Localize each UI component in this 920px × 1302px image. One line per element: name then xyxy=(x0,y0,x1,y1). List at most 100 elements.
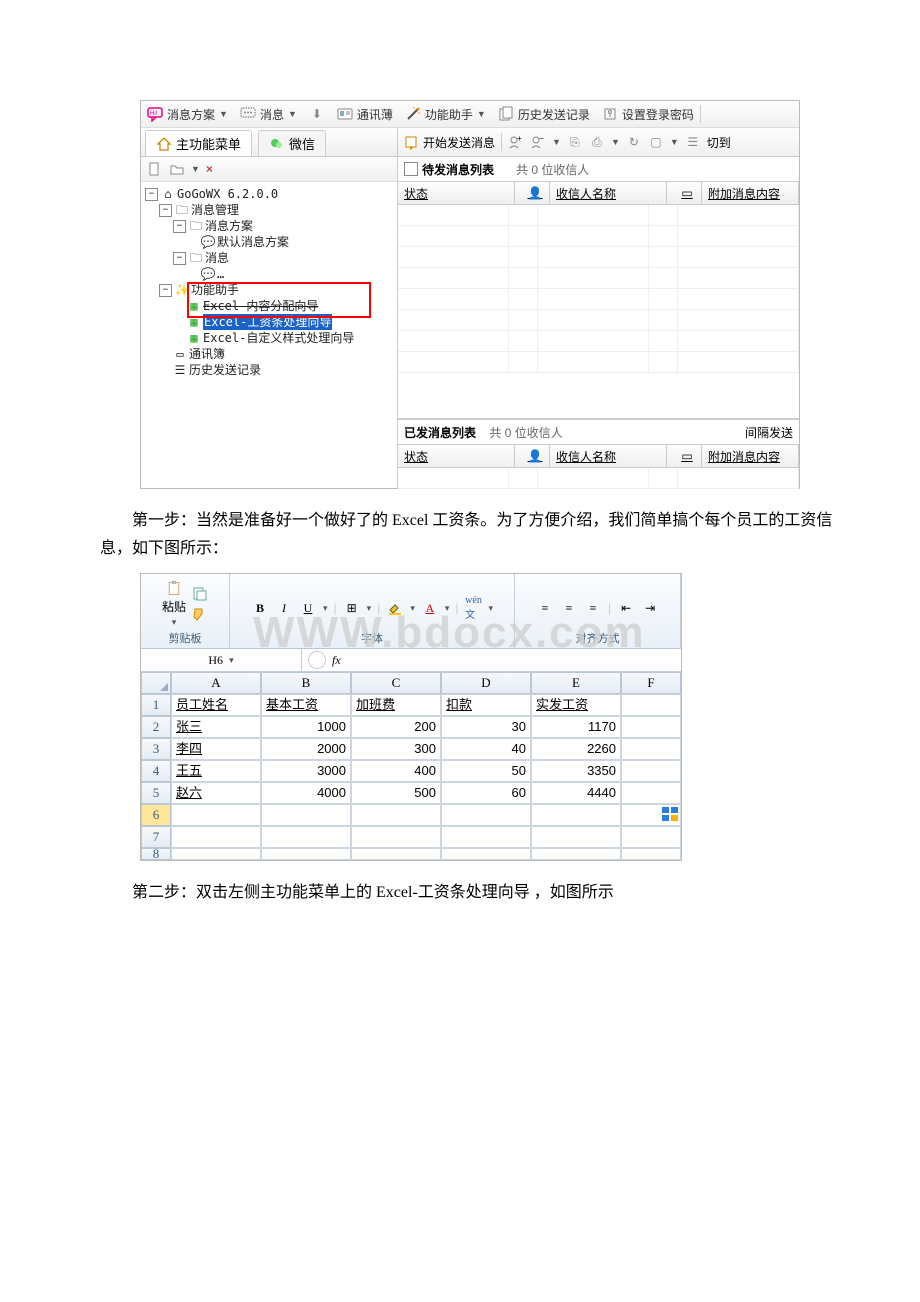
cell[interactable]: 3350 xyxy=(531,760,621,782)
row-header[interactable]: 8 xyxy=(141,848,171,860)
row-header[interactable]: 4 xyxy=(141,760,171,782)
tree-excel-custom[interactable]: ▦Excel-自定义样式处理向导 xyxy=(145,330,393,346)
cell[interactable] xyxy=(441,848,531,860)
row-header[interactable]: 3 xyxy=(141,738,171,760)
row-header[interactable]: 5 xyxy=(141,782,171,804)
cell[interactable]: 300 xyxy=(351,738,441,760)
cell[interactable]: 李四 xyxy=(171,738,261,760)
col-recipient[interactable]: 收信人名称 xyxy=(550,182,667,204)
bold-button[interactable]: B xyxy=(251,598,269,618)
tree-msgplan[interactable]: −🗀消息方案 xyxy=(145,218,393,234)
cell[interactable]: 张三 xyxy=(171,716,261,738)
cell[interactable] xyxy=(351,848,441,860)
fill-color-button[interactable] xyxy=(386,598,404,618)
italic-button[interactable]: I xyxy=(275,598,293,618)
cell[interactable] xyxy=(531,804,621,826)
cell[interactable]: 4440 xyxy=(531,782,621,804)
col-header[interactable]: E xyxy=(531,672,621,694)
user-add-icon[interactable]: + xyxy=(508,134,524,150)
cell[interactable] xyxy=(261,826,351,848)
cell[interactable]: 赵六 xyxy=(171,782,261,804)
col-header[interactable]: B xyxy=(261,672,351,694)
cell[interactable] xyxy=(621,782,681,804)
cell[interactable]: 2260 xyxy=(531,738,621,760)
col-header[interactable]: A xyxy=(171,672,261,694)
tree-excel-alloc[interactable]: ▦Excel-内容分配向导 xyxy=(145,298,393,314)
underline-button[interactable]: U xyxy=(299,598,317,618)
cell[interactable]: 实发工资 xyxy=(531,694,621,716)
cell[interactable]: 2000 xyxy=(261,738,351,760)
tree-msgmgmt[interactable]: −🗀消息管理 xyxy=(145,202,393,218)
new-file-icon[interactable] xyxy=(147,161,163,177)
tree-msg[interactable]: −🗀消息 xyxy=(145,250,393,266)
col-header[interactable]: D xyxy=(441,672,531,694)
cell[interactable]: 员工姓名 xyxy=(171,694,261,716)
tree-helper[interactable]: −✨功能助手 xyxy=(145,282,393,298)
tree-contacts[interactable]: ▭通讯簿 xyxy=(145,346,393,362)
refresh-icon[interactable]: ↻ xyxy=(626,134,642,150)
copy-icon[interactable]: ⎘ xyxy=(567,134,583,150)
cell[interactable] xyxy=(171,848,261,860)
paste-button[interactable]: 粘贴 ▾ xyxy=(162,580,186,628)
align-right-icon[interactable]: ≡ xyxy=(584,598,602,618)
cell[interactable] xyxy=(171,804,261,826)
tree-defaultplan[interactable]: 💬默认消息方案 xyxy=(145,234,393,250)
phonetic-button[interactable]: wén文 xyxy=(465,598,483,618)
cell[interactable] xyxy=(621,760,681,782)
cell[interactable] xyxy=(531,848,621,860)
dropdown-icon[interactable]: ▼ xyxy=(611,137,620,147)
col-attach[interactable]: 附加消息内容 xyxy=(702,182,799,204)
preview-icon[interactable]: ☰ xyxy=(685,134,701,150)
tree-root[interactable]: −⌂GoGoWX 6.2.0.0 xyxy=(145,186,393,202)
folder-icon[interactable] xyxy=(169,161,185,177)
row-header[interactable]: 7 xyxy=(141,826,171,848)
cell[interactable]: 基本工资 xyxy=(261,694,351,716)
align-left-icon[interactable]: ≡ xyxy=(536,598,554,618)
dropdown-icon[interactable]: ▼ xyxy=(552,137,561,147)
cell[interactable]: 加班费 xyxy=(351,694,441,716)
cell[interactable]: 50 xyxy=(441,760,531,782)
cell[interactable] xyxy=(261,804,351,826)
cell[interactable]: 扣款 xyxy=(441,694,531,716)
indent-dec-icon[interactable]: ⇤ xyxy=(617,598,635,618)
formula-bar[interactable]: fx xyxy=(302,649,681,671)
start-send-button[interactable]: 开始发送消息 xyxy=(404,134,495,151)
close-icon[interactable]: × xyxy=(206,162,213,176)
font-color-button[interactable]: A xyxy=(421,598,439,618)
cell[interactable]: 1170 xyxy=(531,716,621,738)
cell[interactable] xyxy=(441,826,531,848)
cell[interactable] xyxy=(351,804,441,826)
topbar-item-password[interactable]: 设置登录密码 xyxy=(596,106,700,123)
cell[interactable] xyxy=(171,826,261,848)
col-attach[interactable]: 附加消息内容 xyxy=(702,445,799,467)
paste-icon[interactable]: ⎙ xyxy=(589,134,605,150)
name-box[interactable]: H6 ▾ xyxy=(141,649,302,671)
align-center-icon[interactable]: ≡ xyxy=(560,598,578,618)
topbar-item-contacts-icon[interactable]: ⬇ xyxy=(303,106,331,122)
cell[interactable] xyxy=(621,716,681,738)
cell[interactable] xyxy=(621,848,681,860)
col-recipient[interactable]: 收信人名称 xyxy=(550,445,667,467)
cell[interactable] xyxy=(531,826,621,848)
cell[interactable] xyxy=(621,826,681,848)
cell[interactable] xyxy=(621,694,681,716)
cell-smart-tag[interactable] xyxy=(621,804,681,826)
cell[interactable] xyxy=(351,826,441,848)
cell[interactable]: 500 xyxy=(351,782,441,804)
cell[interactable]: 4000 xyxy=(261,782,351,804)
cell[interactable] xyxy=(261,848,351,860)
format-painter-icon[interactable] xyxy=(192,606,208,622)
topbar-item-helper[interactable]: 功能助手 ▼ xyxy=(399,106,492,123)
cell[interactable]: 60 xyxy=(441,782,531,804)
col-status[interactable]: 状态 xyxy=(398,445,515,467)
save-icon[interactable]: ▢ xyxy=(648,134,664,150)
row-header[interactable]: 6 xyxy=(141,804,171,826)
topbar-item-contacts[interactable]: 通讯薄 xyxy=(331,106,399,123)
select-all-corner[interactable] xyxy=(141,672,171,694)
topbar-item-history[interactable]: 历史发送记录 xyxy=(492,106,596,123)
dropdown-icon[interactable]: ▼ xyxy=(191,164,200,174)
cell[interactable]: 30 xyxy=(441,716,531,738)
cell[interactable]: 40 xyxy=(441,738,531,760)
dropdown-icon[interactable]: ▼ xyxy=(670,137,679,147)
checkbox[interactable] xyxy=(404,162,418,176)
